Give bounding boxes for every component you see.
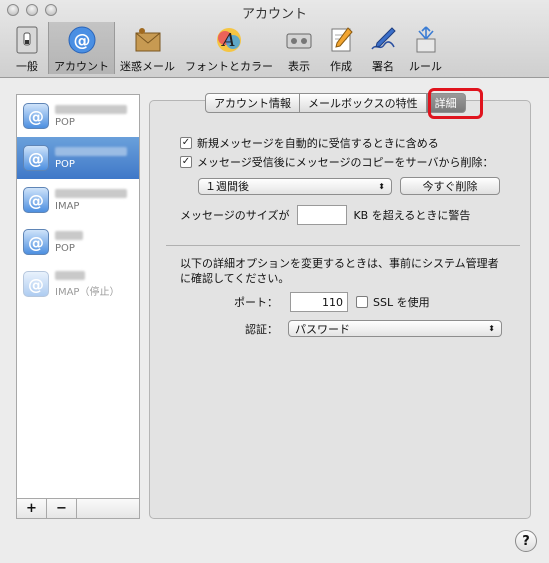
blurred-account-name: [55, 230, 83, 240]
toolbar-composing-label: 作成: [330, 60, 352, 73]
accounts-list[interactable]: @ POP @ POP @ IMAP @ POP @ IMAP（停止）: [16, 94, 140, 499]
at-sign-icon: @: [23, 187, 49, 213]
tab-bar: アカウント情報 メールボックスの特性 詳細: [205, 93, 466, 113]
viewing-icon: [283, 24, 315, 56]
toolbar-fonts-label: フォントとカラー: [185, 60, 273, 73]
toolbar-junk[interactable]: 迷惑メール: [115, 22, 180, 74]
tab-account-info[interactable]: アカウント情報: [205, 93, 300, 113]
account-type: IMAP: [55, 200, 80, 212]
account-row-selected[interactable]: @ POP: [17, 137, 139, 179]
auth-row: 認証： パスワード ⬍: [245, 320, 502, 337]
size-warning-row: メッセージのサイズが KB を超えるときに警告: [180, 205, 470, 225]
port-label: ポート：: [234, 296, 278, 309]
remove-now-button[interactable]: 今すぐ削除: [400, 177, 500, 195]
ssl-label: SSL を使用: [373, 296, 430, 309]
at-sign-icon: @: [66, 24, 98, 56]
toolbar-fonts[interactable]: A フォントとカラー: [180, 22, 278, 74]
at-sign-icon: @: [23, 145, 49, 171]
auth-label: 認証：: [245, 322, 278, 336]
toolbar-general[interactable]: 一般: [6, 22, 48, 74]
title-bar: アカウント 一般 @ アカウント 迷惑メール A フォントとカラー 表示 作成 …: [0, 0, 549, 78]
remove-copy-checkbox[interactable]: ✓: [180, 156, 192, 168]
updown-arrows-icon: ⬍: [378, 181, 385, 191]
remove-after-value: １週間後: [205, 180, 249, 193]
account-type: POP: [55, 116, 75, 128]
account-row[interactable]: @ POP: [17, 221, 139, 263]
signature-pen-icon: [367, 24, 399, 56]
remove-after-row: １週間後 ⬍ 今すぐ削除: [198, 177, 500, 195]
toolbar-accounts[interactable]: @ アカウント: [48, 22, 115, 74]
size-suffix-label: KB を超えるときに警告: [353, 209, 471, 222]
auto-check-checkbox[interactable]: ✓: [180, 137, 192, 149]
toolbar-rules[interactable]: ルール: [404, 22, 447, 74]
window-title: アカウント: [241, 7, 307, 22]
toolbar-rules-label: ルール: [409, 60, 442, 73]
pencil-paper-icon: [325, 24, 357, 56]
list-footer: + −: [16, 499, 140, 519]
admin-notice: 以下の詳細オプションを変更するときは、事前にシステム管理者に確認してください。: [180, 257, 499, 285]
toolbar-accounts-label: アカウント: [54, 60, 109, 73]
account-type: IMAP（停止）: [55, 286, 120, 298]
account-type: POP: [55, 158, 75, 170]
highlight-annotation: [428, 88, 483, 119]
remove-copy-label: メッセージ受信後にメッセージのコピーをサーバから削除：: [197, 156, 494, 169]
toolbar-composing[interactable]: 作成: [320, 22, 362, 74]
junk-mail-icon: [132, 24, 164, 56]
remove-copy-row: ✓ メッセージ受信後にメッセージのコピーをサーバから削除：: [180, 154, 493, 170]
auth-popup[interactable]: パスワード ⬍: [288, 320, 502, 337]
svg-text:A: A: [221, 30, 236, 51]
toolbar-viewing-label: 表示: [288, 60, 310, 73]
rules-arrows-icon: [410, 24, 442, 56]
blurred-account-name: [55, 146, 127, 156]
blurred-account-name: [55, 270, 85, 280]
account-row[interactable]: @ IMAP: [17, 179, 139, 221]
account-row[interactable]: @ POP: [17, 95, 139, 137]
switch-icon: [11, 24, 43, 56]
remove-after-popup[interactable]: １週間後 ⬍: [198, 177, 392, 195]
auto-check-row: ✓ 新規メッセージを自動的に受信するときに含める: [180, 135, 439, 151]
blurred-account-name: [55, 188, 127, 198]
divider: [166, 245, 520, 246]
help-button[interactable]: ?: [515, 530, 537, 552]
port-field[interactable]: 110: [290, 292, 348, 312]
svg-text:@: @: [73, 31, 90, 51]
ssl-checkbox[interactable]: [356, 296, 368, 308]
auto-check-label: 新規メッセージを自動的に受信するときに含める: [197, 137, 439, 150]
at-sign-icon: @: [23, 229, 49, 255]
auth-value: パスワード: [295, 322, 350, 336]
at-sign-icon: @: [23, 271, 49, 297]
blurred-account-name: [55, 104, 127, 114]
at-sign-icon: @: [23, 103, 49, 129]
tab-mailbox-behaviors[interactable]: メールボックスの特性: [300, 93, 427, 113]
updown-arrows-icon: ⬍: [488, 324, 495, 333]
toolbar: 一般 @ アカウント 迷惑メール A フォントとカラー 表示 作成 署名 ルール: [6, 22, 447, 74]
fonts-colors-icon: A: [213, 24, 245, 56]
account-row-disabled[interactable]: @ IMAP（停止）: [17, 263, 139, 305]
toolbar-viewing[interactable]: 表示: [278, 22, 320, 74]
port-row: ポート： 110 SSL を使用: [234, 292, 430, 312]
add-account-button[interactable]: +: [17, 499, 47, 518]
account-type: POP: [55, 242, 75, 254]
remove-account-button[interactable]: −: [47, 499, 77, 518]
toolbar-general-label: 一般: [16, 60, 38, 73]
toolbar-junk-label: 迷惑メール: [120, 60, 175, 73]
toolbar-signatures[interactable]: 署名: [362, 22, 404, 74]
toolbar-signatures-label: 署名: [372, 60, 394, 73]
size-prefix-label: メッセージのサイズが: [180, 209, 290, 222]
size-limit-field[interactable]: [297, 205, 348, 225]
